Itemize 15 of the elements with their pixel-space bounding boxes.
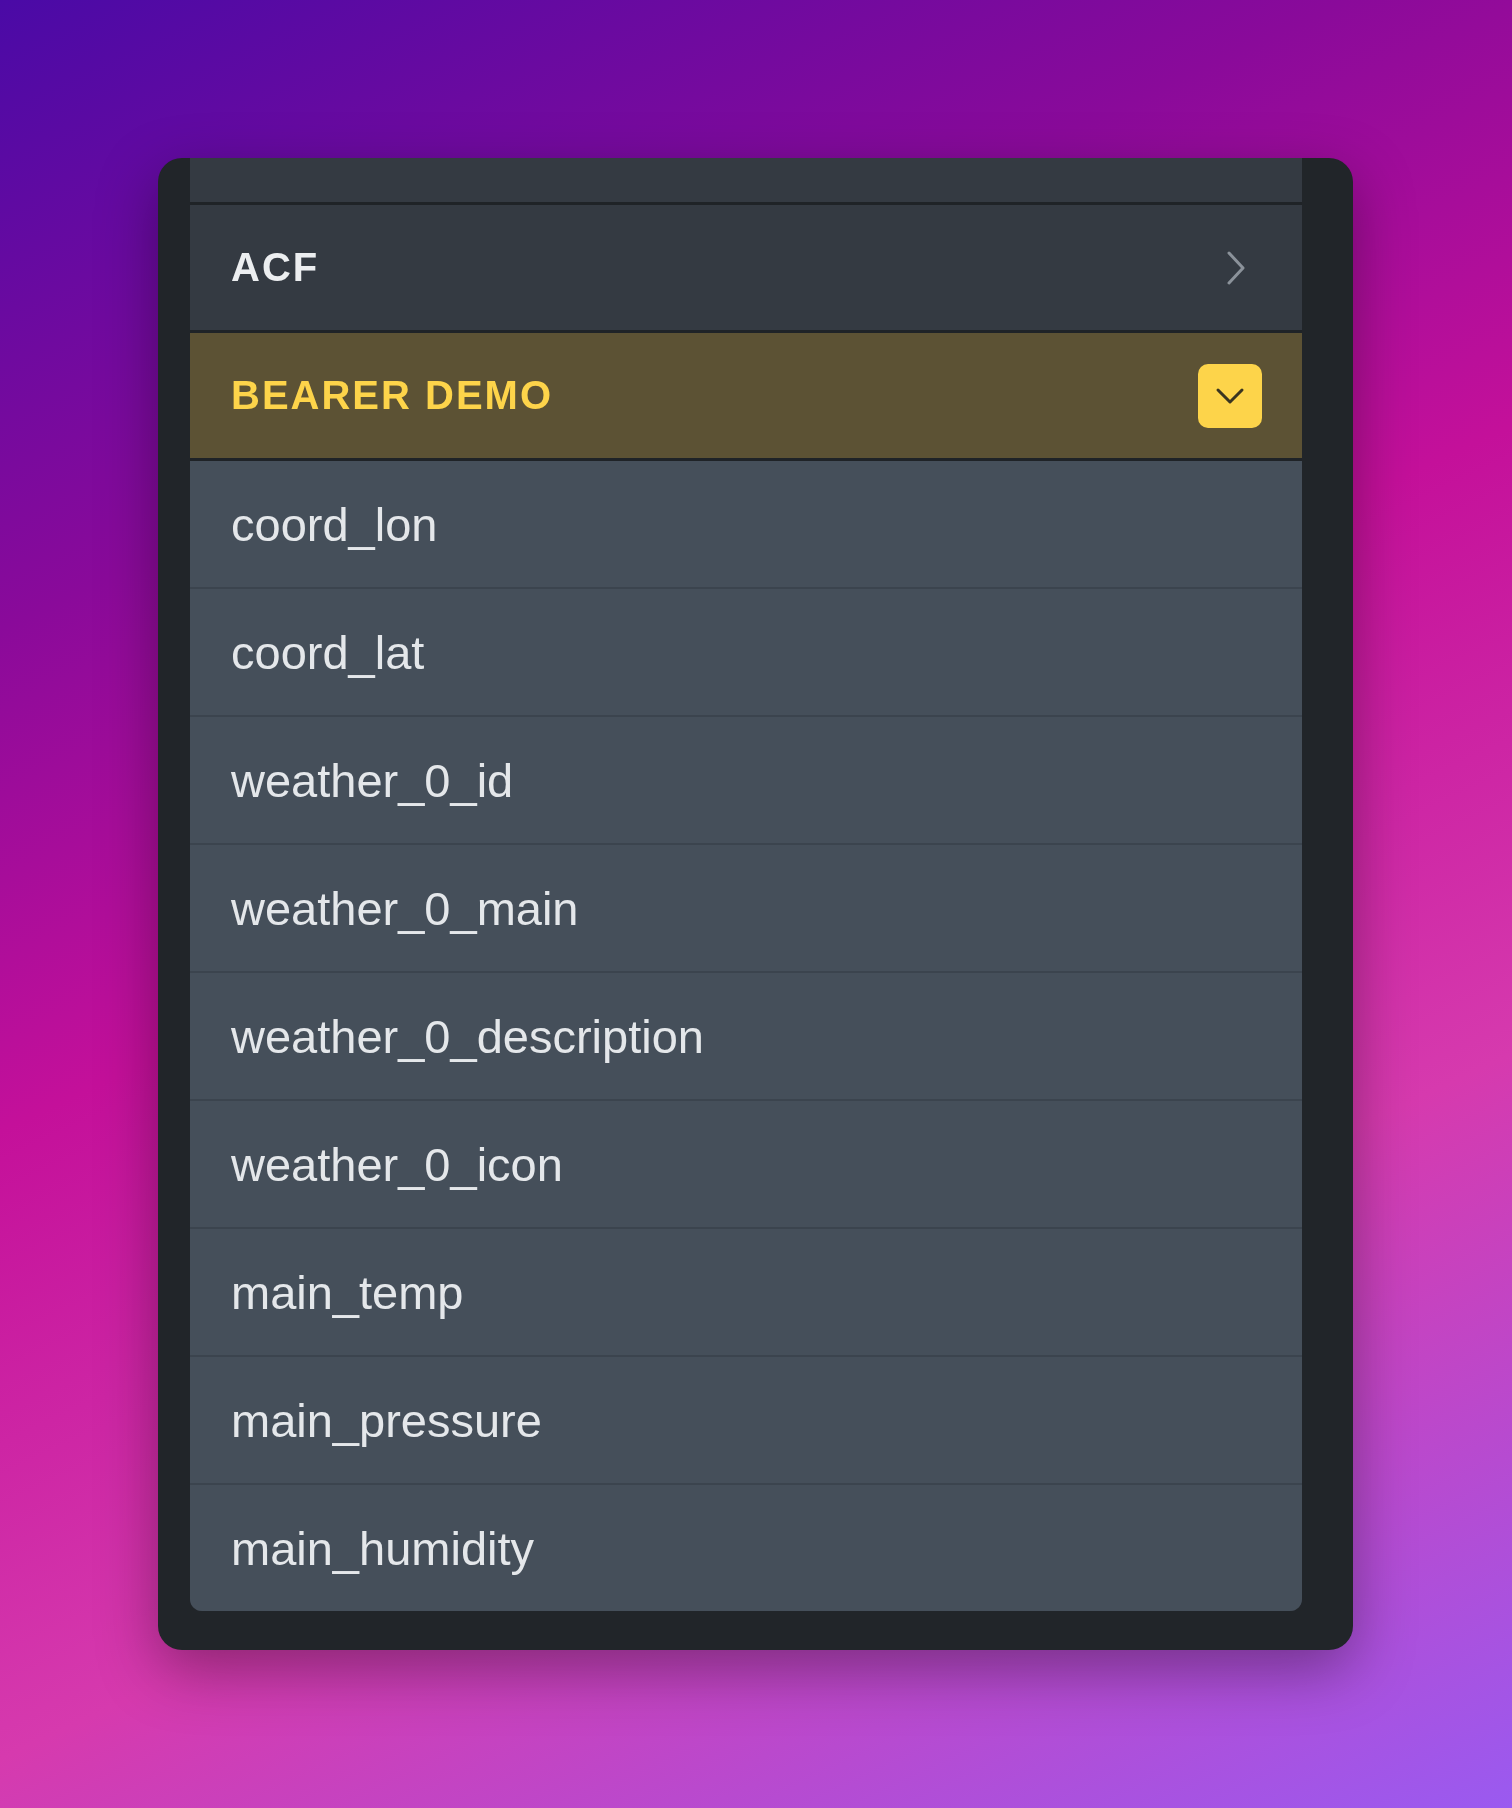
field-item[interactable]: main_pressure — [190, 1357, 1302, 1485]
field-item[interactable]: coord_lon — [190, 461, 1302, 589]
chevron-down-icon — [1215, 386, 1245, 405]
group-title: ACF — [231, 245, 320, 290]
group-title: BEARER DEMO — [231, 373, 554, 418]
group-header[interactable]: BEARER DEMO — [190, 333, 1302, 461]
chevron-right-icon — [1226, 249, 1246, 286]
field-item[interactable]: weather_0_icon — [190, 1101, 1302, 1229]
field-item[interactable]: main_temp — [190, 1229, 1302, 1357]
field-item[interactable]: coord_lat — [190, 589, 1302, 717]
field-item[interactable]: weather_0_main — [190, 845, 1302, 973]
field-item[interactable]: weather_0_id — [190, 717, 1302, 845]
field-item[interactable]: weather_0_description — [190, 973, 1302, 1101]
collapse-button[interactable] — [1198, 363, 1262, 428]
field-item[interactable]: main_humidity — [190, 1485, 1302, 1611]
